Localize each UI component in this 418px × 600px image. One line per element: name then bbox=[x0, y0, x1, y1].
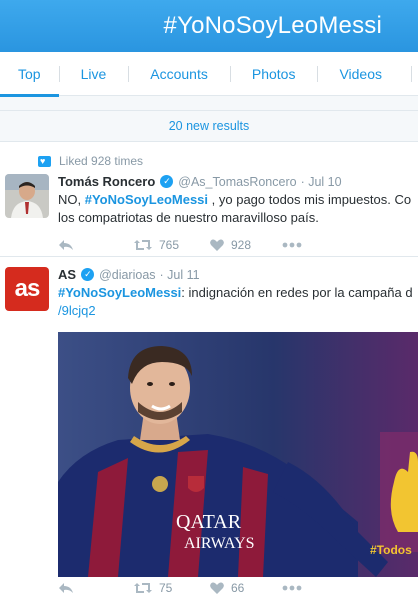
user-handle[interactable]: @As_TomasRoncero bbox=[178, 175, 296, 189]
new-results-bar[interactable]: 20 new results bbox=[0, 110, 418, 142]
user-name[interactable]: Tomás Roncero bbox=[58, 174, 155, 189]
reply-icon bbox=[59, 583, 73, 593]
tweet-text-part: , yo pago todos mis impuestos. Co bbox=[208, 192, 412, 207]
tweet-link-line: /9lcjq2 bbox=[58, 302, 96, 320]
tweet-text-line: los compatriotas de nuestro maravilloso … bbox=[58, 210, 319, 225]
like-count: 66 bbox=[231, 581, 245, 595]
spacer bbox=[0, 96, 418, 110]
more-button[interactable] bbox=[282, 585, 302, 591]
user-name[interactable]: AS bbox=[58, 267, 76, 282]
tweet-text: NO, #YoNoSoyLeoMessi , yo pago todos mis… bbox=[58, 191, 411, 209]
retweet-button[interactable]: 765 bbox=[134, 238, 210, 252]
shirt-sponsor-text: QATAR bbox=[176, 511, 242, 533]
tab-photos[interactable]: Photos bbox=[229, 52, 318, 96]
avatar[interactable]: as bbox=[5, 267, 49, 311]
avatar-logo-text: as bbox=[14, 275, 41, 302]
tab-accounts[interactable]: Accounts bbox=[128, 52, 230, 96]
verified-icon bbox=[81, 268, 95, 281]
hashtag-link[interactable]: #YoNoSoyLeoMessi bbox=[58, 285, 181, 300]
user-handle[interactable]: @diarioas bbox=[99, 268, 155, 282]
tweet-header: AS @diarioas · Jul 11 bbox=[58, 267, 200, 282]
tweet-text: #YoNoSoyLeoMessi: indignación en redes p… bbox=[58, 284, 413, 302]
reply-button[interactable] bbox=[58, 582, 134, 594]
tweet-text-part: : indignación en redes por la campaña d bbox=[181, 285, 413, 300]
retweet-button[interactable]: 75 bbox=[134, 581, 210, 595]
tweet-actions: 765 928 bbox=[58, 238, 302, 252]
like-count: 928 bbox=[231, 238, 252, 252]
heart-icon bbox=[210, 582, 224, 594]
tweet-context-text: Liked 928 times bbox=[59, 154, 144, 168]
more-icon bbox=[282, 242, 302, 248]
retweet-count: 75 bbox=[159, 581, 173, 595]
tab-divider bbox=[411, 66, 412, 82]
avatar[interactable] bbox=[5, 174, 49, 218]
search-header: #YoNoSoyLeoMessi bbox=[0, 0, 418, 52]
retweet-count: 765 bbox=[159, 238, 180, 252]
tab-live[interactable]: Live bbox=[58, 52, 129, 96]
like-button[interactable]: 66 bbox=[210, 581, 282, 595]
tweet[interactable]: Liked 928 times Tomás Roncero @As_TomasR… bbox=[0, 146, 418, 257]
tweet-text-part: NO, bbox=[58, 192, 85, 207]
verified-icon bbox=[160, 175, 174, 188]
tweet-header: Tomás Roncero @As_TomasRoncero · Jul 10 bbox=[58, 174, 342, 189]
retweet-icon bbox=[134, 240, 152, 250]
tweet-photo[interactable]: QATAR AIRWAYS #Todos bbox=[58, 332, 418, 577]
retweet-icon bbox=[134, 583, 152, 593]
liked-badge-icon bbox=[38, 155, 51, 167]
more-button[interactable] bbox=[282, 242, 302, 248]
tab-videos[interactable]: Videos bbox=[317, 52, 404, 96]
reply-button[interactable] bbox=[58, 239, 134, 251]
tab-top[interactable]: Top bbox=[0, 52, 59, 97]
hashtag-link[interactable]: #YoNoSoyLeoMessi bbox=[85, 192, 208, 207]
heart-icon bbox=[210, 239, 224, 251]
search-tabs: Top Live Accounts Photos Videos bbox=[0, 52, 418, 97]
url-link[interactable]: /9lcjq2 bbox=[58, 303, 96, 318]
tweet-actions: 75 66 bbox=[58, 581, 302, 595]
tweet-date[interactable]: · Jul 11 bbox=[160, 268, 200, 282]
reply-icon bbox=[59, 240, 73, 250]
search-title: #YoNoSoyLeoMessi bbox=[163, 12, 382, 39]
like-button[interactable]: 928 bbox=[210, 238, 282, 252]
shirt-sponsor-text: AIRWAYS bbox=[184, 535, 255, 552]
overlay-hashtag-text: #Todos bbox=[370, 543, 412, 557]
tweet-context: Liked 928 times bbox=[38, 154, 143, 168]
tweet-date[interactable]: · Jul 10 bbox=[301, 175, 342, 189]
more-icon bbox=[282, 585, 302, 591]
